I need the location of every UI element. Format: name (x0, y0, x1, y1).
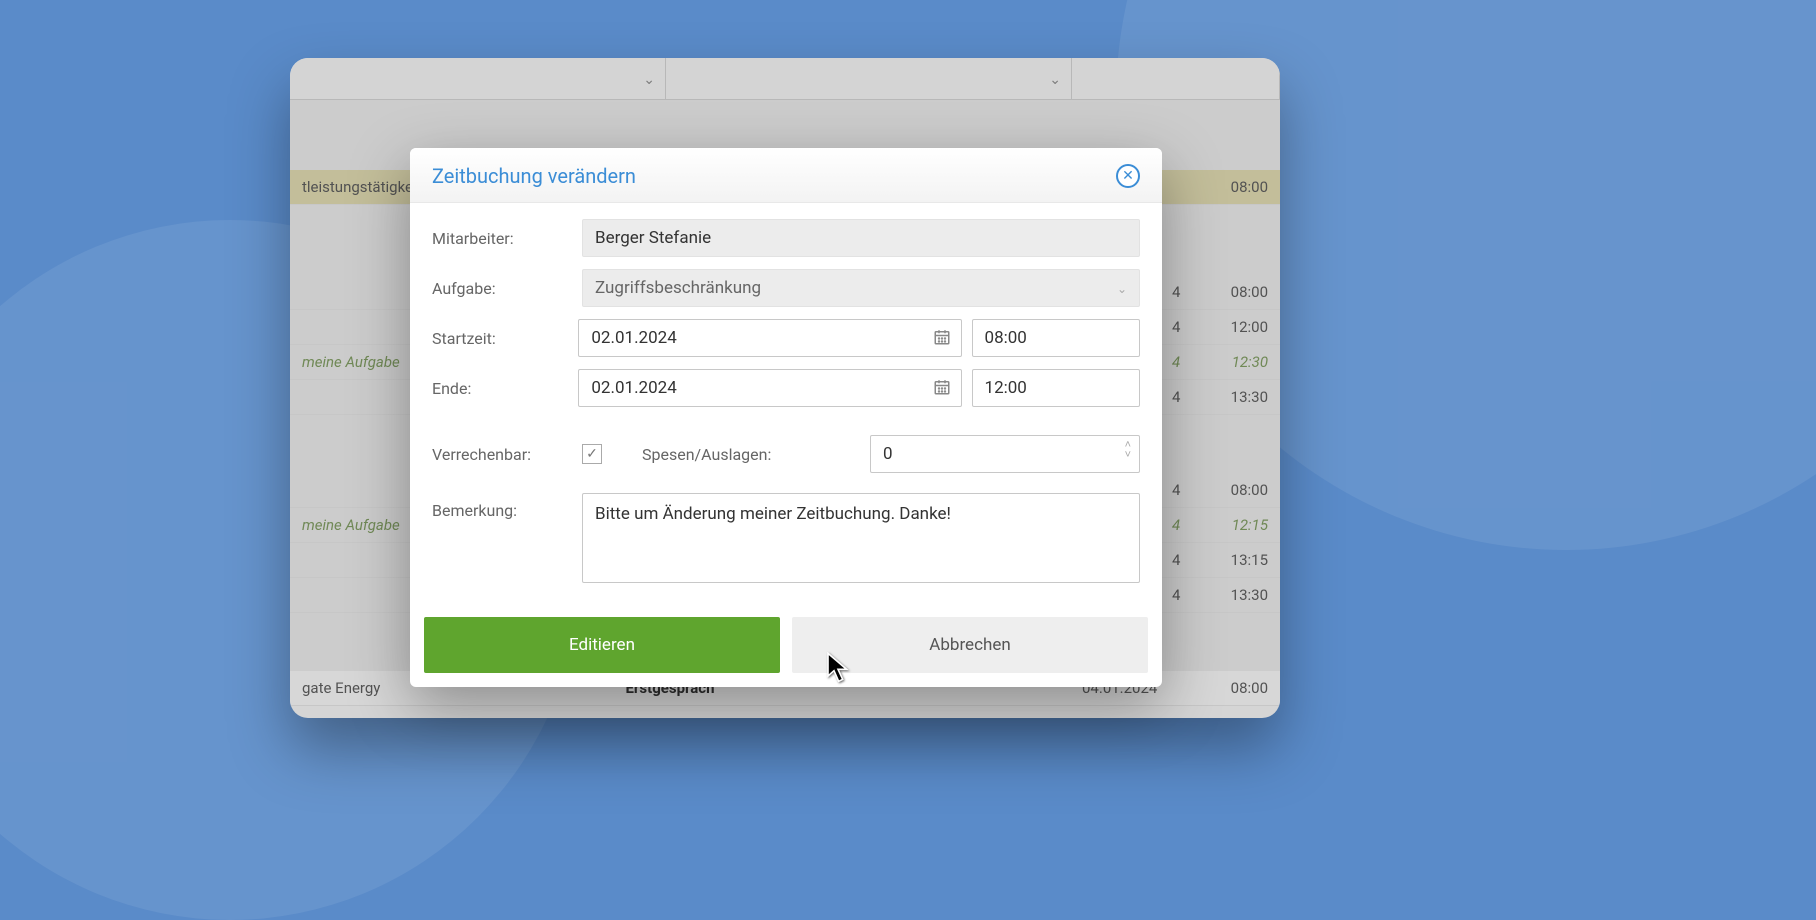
end-time-input[interactable]: 12:00 (972, 369, 1140, 407)
modal-footer: Editieren Abbrechen (410, 599, 1162, 687)
end-date-value: 02.01.2024 (591, 378, 676, 398)
cancel-button[interactable]: Abbrechen (792, 617, 1148, 673)
close-icon: ✕ (1122, 168, 1134, 184)
aufgabe-select[interactable]: Zugriffsbeschränkung ⌄ (582, 269, 1140, 307)
end-date-input[interactable]: 02.01.2024 (578, 369, 961, 407)
label-verrechenbar: Verrechenbar: (432, 445, 582, 464)
mitarbeiter-field: Berger Stefanie (582, 219, 1140, 257)
chevron-down-icon: ⌄ (1117, 282, 1127, 296)
check-icon: ✓ (586, 446, 598, 462)
modal-title: Zeitbuchung verändern (432, 164, 636, 188)
label-ende: Ende: (432, 379, 578, 398)
close-button[interactable]: ✕ (1116, 164, 1140, 188)
label-mitarbeiter: Mitarbeiter: (432, 229, 582, 248)
calendar-icon[interactable] (933, 378, 951, 401)
start-date-input[interactable]: 02.01.2024 (578, 319, 961, 357)
label-spesen: Spesen/Auslagen: (642, 445, 771, 464)
aufgabe-value: Zugriffsbeschränkung (595, 278, 761, 298)
spinner-icon[interactable]: ˄˅ (1125, 440, 1131, 460)
modal-body: Mitarbeiter: Berger Stefanie Aufgabe: Zu… (410, 203, 1162, 599)
label-bemerkung: Bemerkung: (432, 493, 582, 520)
calendar-icon[interactable] (933, 328, 951, 351)
verrechenbar-checkbox[interactable]: ✓ (582, 444, 602, 464)
bemerkung-textarea[interactable] (582, 493, 1140, 583)
spesen-value: 0 (883, 444, 893, 464)
start-time-input[interactable]: 08:00 (972, 319, 1140, 357)
label-startzeit: Startzeit: (432, 329, 578, 348)
submit-button[interactable]: Editieren (424, 617, 780, 673)
label-aufgabe: Aufgabe: (432, 279, 582, 298)
spesen-input[interactable]: 0 ˄˅ (870, 435, 1140, 473)
modal-header: Zeitbuchung verändern ✕ (410, 148, 1162, 203)
start-date-value: 02.01.2024 (591, 328, 676, 348)
time-booking-modal: Zeitbuchung verändern ✕ Mitarbeiter: Ber… (410, 148, 1162, 687)
